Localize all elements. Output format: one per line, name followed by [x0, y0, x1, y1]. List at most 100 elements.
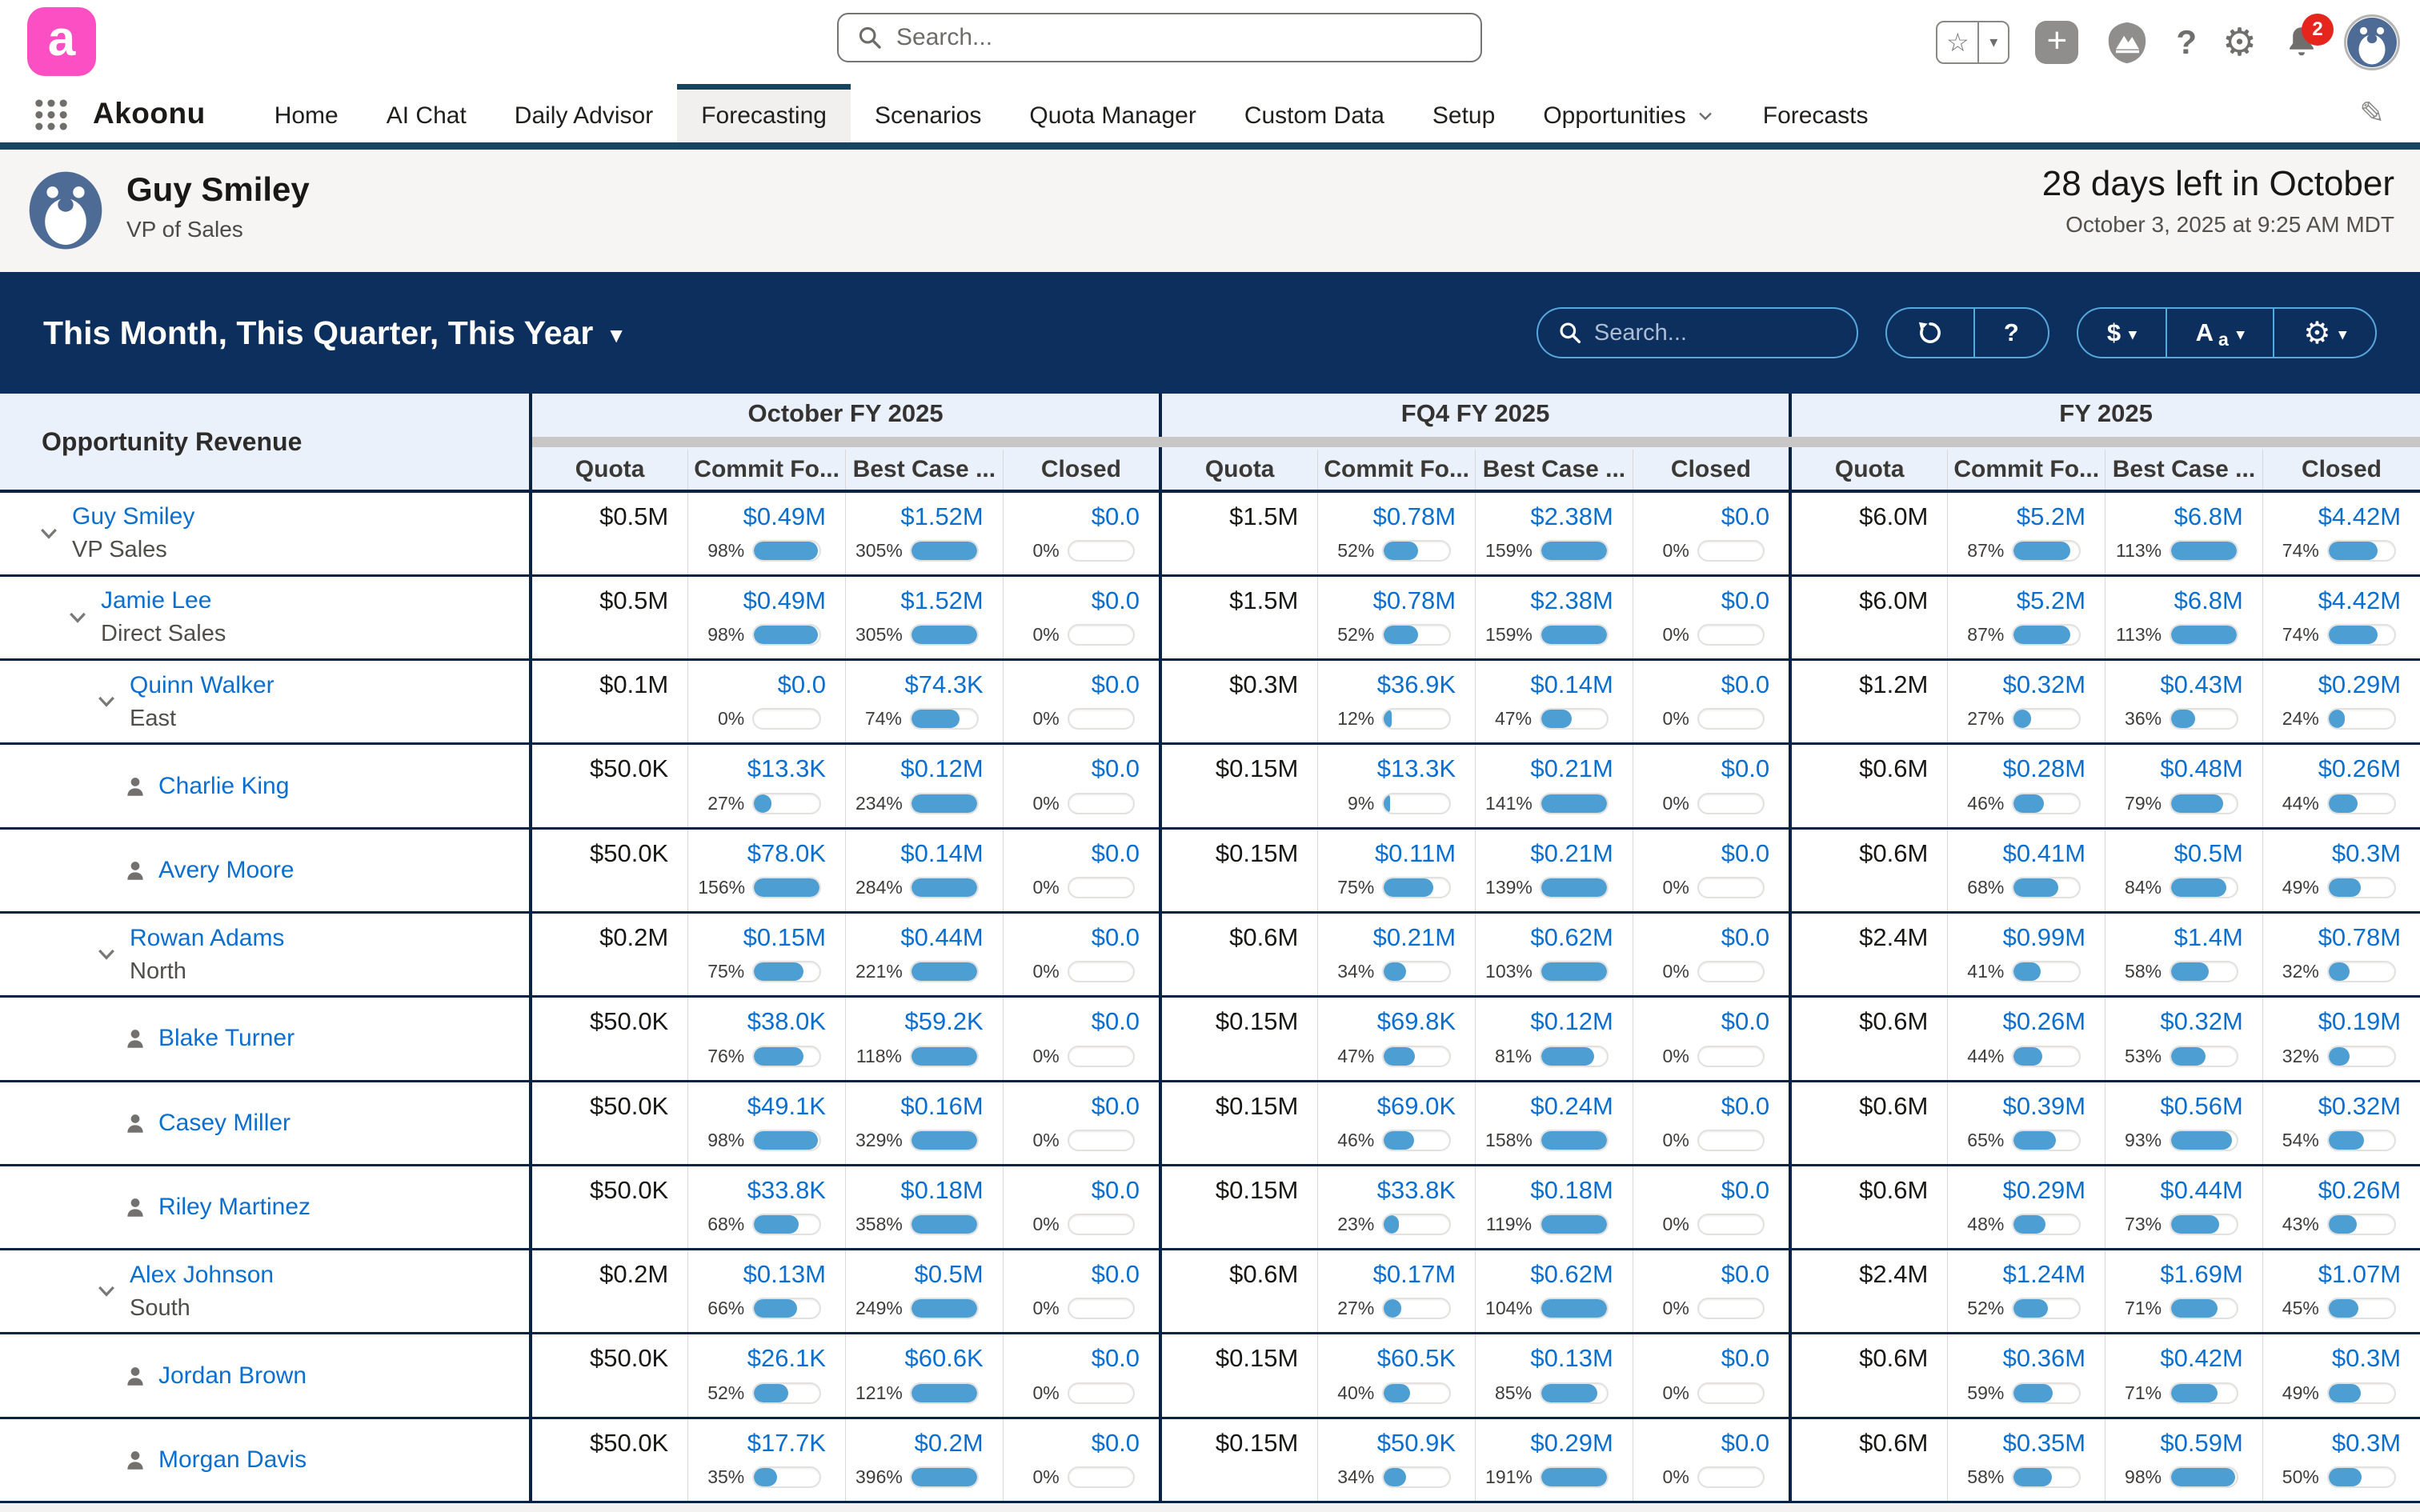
- cell-value[interactable]: $0.39M: [1948, 1082, 2105, 1121]
- table-search-input[interactable]: [1594, 320, 1837, 346]
- cell-value[interactable]: $13.3K: [1318, 745, 1475, 783]
- nav-tab-scenarios[interactable]: Scenarios: [851, 84, 1005, 142]
- column-header-closed[interactable]: Closed: [1003, 448, 1160, 491]
- cell-value[interactable]: $0.78M: [1318, 493, 1475, 531]
- cell-value[interactable]: $0.32M: [2105, 998, 2262, 1036]
- cell-value[interactable]: $69.8K: [1318, 998, 1475, 1036]
- scope-selector[interactable]: This Month, This Quarter, This Year ▼: [43, 314, 627, 352]
- cell-value[interactable]: $0.17M: [1318, 1250, 1475, 1289]
- column-header-commit-fo[interactable]: Commit Fo...: [1948, 448, 2105, 491]
- nav-tab-opportunities[interactable]: Opportunities: [1519, 84, 1738, 142]
- column-header-commit-fo[interactable]: Commit Fo...: [688, 448, 846, 491]
- table-settings-dropdown[interactable]: ⚙ ▾: [2273, 309, 2375, 357]
- cell-value[interactable]: $0.21M: [1476, 830, 1633, 868]
- chevron-down-icon[interactable]: [94, 942, 118, 966]
- cell-value[interactable]: $0.12M: [846, 745, 1003, 783]
- chevron-down-icon[interactable]: [94, 1279, 118, 1303]
- column-header-quota[interactable]: Quota: [1160, 448, 1318, 491]
- cell-value[interactable]: $0.0: [1633, 914, 1789, 952]
- cell-value[interactable]: $0.36M: [1948, 1334, 2105, 1373]
- cell-value[interactable]: $1.52M: [846, 493, 1003, 531]
- cell-value[interactable]: $26.1K: [688, 1334, 845, 1373]
- cell-value[interactable]: $0.99M: [1948, 914, 2105, 952]
- cell-value[interactable]: $5.2M: [1948, 577, 2105, 615]
- column-header-quota[interactable]: Quota: [1790, 448, 1948, 491]
- cell-value[interactable]: $0.19M: [2263, 998, 2420, 1036]
- cell-value[interactable]: $0.21M: [1318, 914, 1475, 952]
- cell-value[interactable]: $0.62M: [1476, 1250, 1633, 1289]
- trailhead-icon[interactable]: [2104, 19, 2150, 66]
- cell-value[interactable]: $1.24M: [1948, 1250, 2105, 1289]
- nav-tab-custom-data[interactable]: Custom Data: [1220, 84, 1408, 142]
- cell-value[interactable]: $0.0: [1004, 745, 1159, 783]
- cell-value[interactable]: $4.42M: [2263, 493, 2420, 531]
- cell-value[interactable]: $0.0: [1633, 1166, 1789, 1205]
- cell-value[interactable]: $49.1K: [688, 1082, 845, 1121]
- column-header-closed[interactable]: Closed: [1633, 448, 1790, 491]
- cell-value[interactable]: $0.26M: [2263, 745, 2420, 783]
- favorites-button[interactable]: ☆ ▾: [1936, 21, 2009, 64]
- cell-value[interactable]: $1.69M: [2105, 1250, 2262, 1289]
- cell-value[interactable]: $0.0: [1004, 830, 1159, 868]
- cell-value[interactable]: $0.42M: [2105, 1334, 2262, 1373]
- notifications-button[interactable]: 2: [2282, 23, 2321, 62]
- column-header-best-case[interactable]: Best Case ...: [846, 448, 1004, 491]
- cell-value[interactable]: $0.24M: [1476, 1082, 1633, 1121]
- cell-value[interactable]: $0.5M: [846, 1250, 1003, 1289]
- nav-tab-forecasting[interactable]: Forecasting: [677, 84, 851, 142]
- cell-value[interactable]: $0.0: [1633, 745, 1789, 783]
- chevron-down-icon[interactable]: [37, 522, 61, 546]
- row-name-link[interactable]: Avery Moore: [158, 857, 294, 884]
- cell-value[interactable]: $0.41M: [1948, 830, 2105, 868]
- column-header-closed[interactable]: Closed: [2262, 448, 2420, 491]
- nav-tab-ai-chat[interactable]: AI Chat: [363, 84, 491, 142]
- cell-value[interactable]: $0.2M: [846, 1419, 1003, 1458]
- row-name-link[interactable]: Blake Turner: [158, 1025, 294, 1052]
- cell-value[interactable]: $0.14M: [1476, 661, 1633, 699]
- cell-value[interactable]: $0.5M: [2105, 830, 2262, 868]
- cell-value[interactable]: $0.43M: [2105, 661, 2262, 699]
- cell-value[interactable]: $0.0: [1004, 493, 1159, 531]
- row-name-link[interactable]: Charlie King: [158, 773, 289, 800]
- cell-value[interactable]: $36.9K: [1318, 661, 1475, 699]
- cell-value[interactable]: $0.29M: [1476, 1419, 1633, 1458]
- row-name-link[interactable]: Casey Miller: [158, 1110, 290, 1137]
- row-name-link[interactable]: Rowan Adams: [130, 925, 284, 952]
- horizontal-scrollbar[interactable]: [531, 435, 2420, 448]
- akoonu-logo[interactable]: a: [27, 7, 96, 76]
- cell-value[interactable]: $2.38M: [1476, 577, 1633, 615]
- cell-value[interactable]: $74.3K: [846, 661, 1003, 699]
- cell-value[interactable]: $60.6K: [846, 1334, 1003, 1373]
- cell-value[interactable]: $0.35M: [1948, 1419, 2105, 1458]
- app-launcher-button[interactable]: [0, 84, 93, 142]
- cell-value[interactable]: $0.0: [1004, 914, 1159, 952]
- cell-value[interactable]: $0.12M: [1476, 998, 1633, 1036]
- global-search-input[interactable]: [896, 24, 1463, 51]
- help-icon[interactable]: ?: [2176, 23, 2197, 62]
- nav-tab-daily-advisor[interactable]: Daily Advisor: [491, 84, 677, 142]
- cell-value[interactable]: $0.0: [1633, 1082, 1789, 1121]
- chevron-down-icon[interactable]: [94, 690, 118, 714]
- nav-tab-setup[interactable]: Setup: [1408, 84, 1519, 142]
- cell-value[interactable]: $6.8M: [2105, 493, 2262, 531]
- cell-value[interactable]: $78.0K: [688, 830, 845, 868]
- cell-value[interactable]: $0.29M: [2263, 661, 2420, 699]
- table-search[interactable]: [1537, 307, 1858, 358]
- row-name-link[interactable]: Quinn Walker: [130, 672, 274, 699]
- nav-tab-quota-manager[interactable]: Quota Manager: [1005, 84, 1220, 142]
- cell-value[interactable]: $0.11M: [1318, 830, 1475, 868]
- cell-value[interactable]: $0.0: [1633, 493, 1789, 531]
- cell-value[interactable]: $38.0K: [688, 998, 845, 1036]
- column-header-quota[interactable]: Quota: [531, 448, 688, 491]
- cell-value[interactable]: $69.0K: [1318, 1082, 1475, 1121]
- chevron-down-icon[interactable]: [66, 606, 90, 630]
- row-name-link[interactable]: Guy Smiley: [72, 503, 194, 530]
- cell-value[interactable]: $0.16M: [846, 1082, 1003, 1121]
- cell-value[interactable]: $0.48M: [2105, 745, 2262, 783]
- cell-value[interactable]: $0.3M: [2263, 830, 2420, 868]
- cell-value[interactable]: $59.2K: [846, 998, 1003, 1036]
- cell-value[interactable]: $13.3K: [688, 745, 845, 783]
- cell-value[interactable]: $0.0: [1004, 1334, 1159, 1373]
- cell-value[interactable]: $0.59M: [2105, 1419, 2262, 1458]
- global-search[interactable]: [837, 13, 1482, 62]
